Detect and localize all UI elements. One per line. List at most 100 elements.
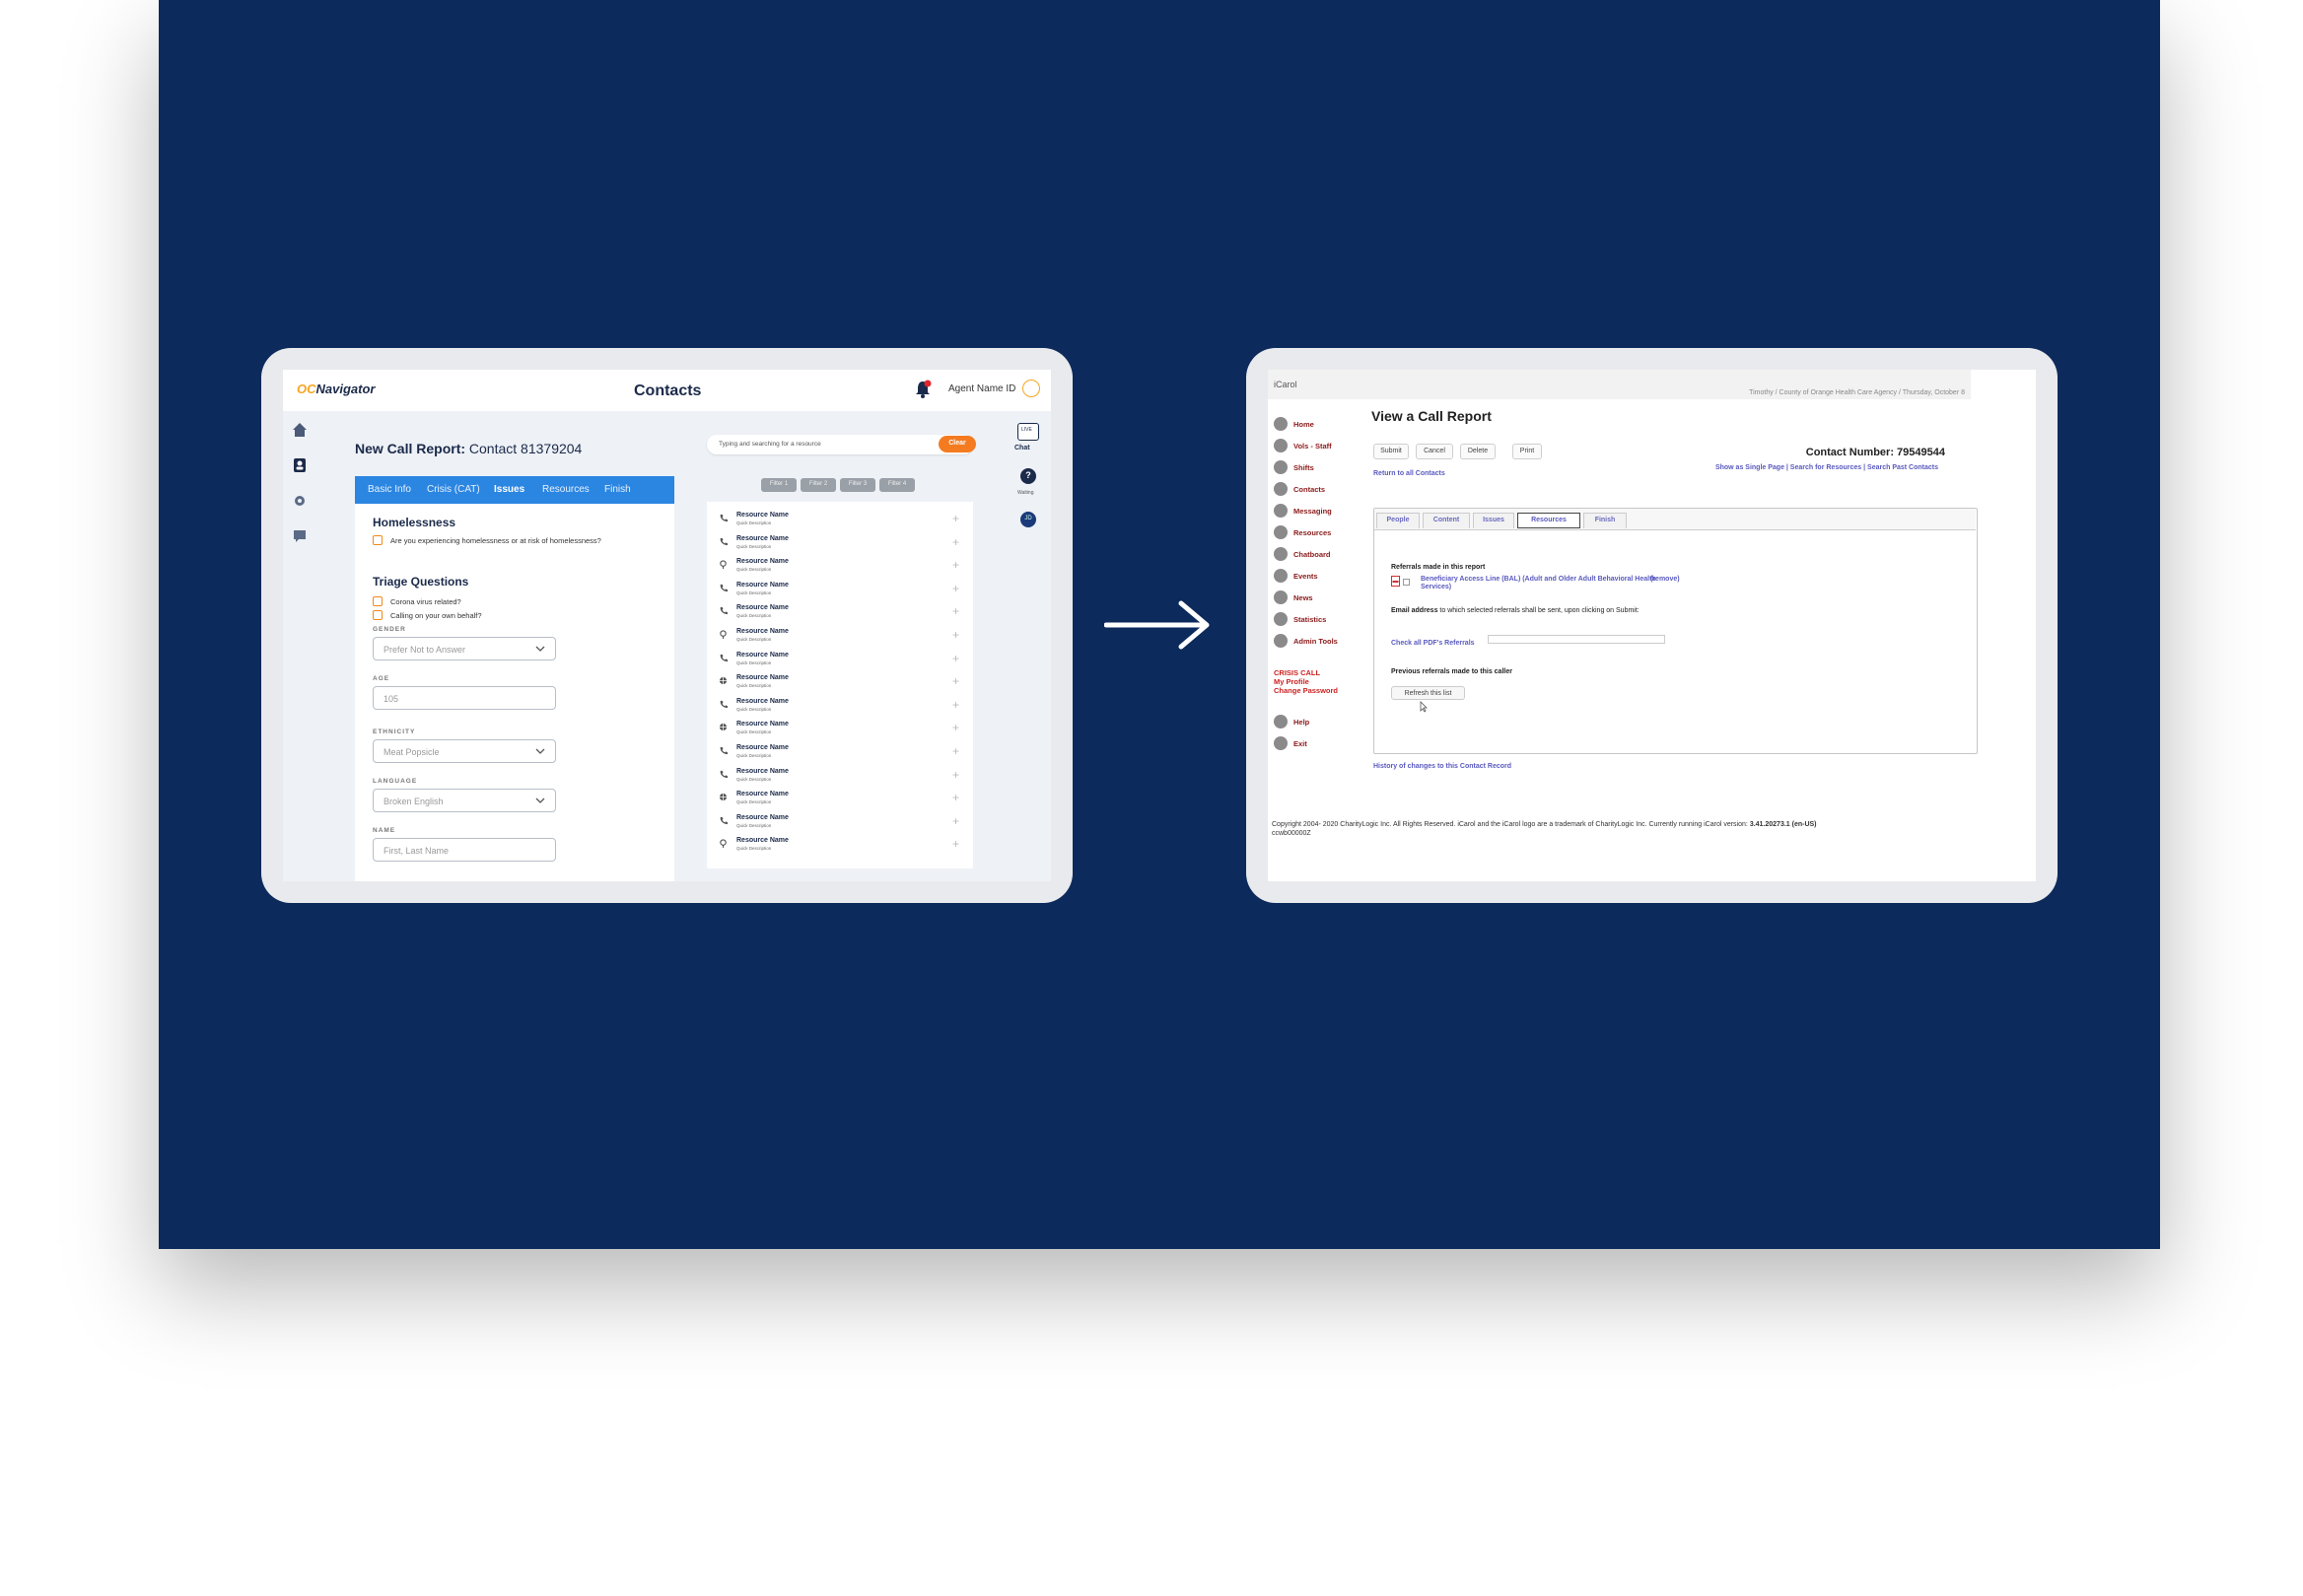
resource-row[interactable]: Resource Name Quick Description + (707, 835, 973, 859)
bell-icon[interactable] (914, 380, 932, 399)
oc-navigator-logo[interactable]: OCNavigator (297, 382, 375, 396)
resource-row[interactable]: Resource Name Quick Description + (707, 742, 973, 766)
delete-button[interactable]: Delete (1460, 444, 1496, 459)
gender-select[interactable]: Prefer Not to Answer (373, 637, 556, 660)
resource-row[interactable]: Resource Name Quick Description + (707, 812, 973, 836)
tab-resources[interactable]: Resources (1517, 513, 1580, 528)
icarol-logo[interactable]: iCarol (1274, 380, 1297, 389)
resource-row[interactable]: Resource Name Quick Description + (707, 766, 973, 790)
nav-item-contacts[interactable]: Contacts (1274, 482, 1372, 496)
nav-item-resources[interactable]: Resources (1274, 525, 1372, 539)
add-resource-icon[interactable]: + (952, 744, 959, 758)
nav-link-crisis-call[interactable]: CRISIS CALL (1274, 668, 1320, 677)
print-button[interactable]: Print (1512, 444, 1542, 459)
corona-checkbox[interactable] (373, 596, 383, 606)
submit-button[interactable]: Submit (1373, 444, 1409, 459)
add-resource-icon[interactable]: + (952, 582, 959, 595)
age-input[interactable]: 105 (373, 686, 556, 710)
nav-item-chatboard[interactable]: Chatboard (1274, 547, 1372, 561)
check-pdf-link[interactable]: Check all PDF's Referrals (1391, 640, 1475, 647)
email-input[interactable] (1488, 635, 1665, 644)
add-resource-icon[interactable]: + (952, 628, 959, 642)
return-to-contacts-link[interactable]: Return to all Contacts (1373, 470, 1445, 477)
nav-item-exit[interactable]: Exit (1274, 736, 1372, 750)
chat-icon[interactable]: LIVE (1017, 423, 1039, 441)
tab-resources[interactable]: Resources (542, 484, 590, 495)
tab-issues[interactable]: Issues (494, 484, 524, 495)
nav-item-shifts[interactable]: Shifts (1274, 460, 1372, 474)
nav-item-news[interactable]: News (1274, 590, 1372, 604)
homelessness-checkbox[interactable] (373, 535, 383, 545)
add-resource-icon[interactable]: + (952, 698, 959, 712)
nav-item-help[interactable]: Help (1274, 715, 1372, 729)
sidebar (283, 411, 318, 881)
add-resource-icon[interactable]: + (952, 721, 959, 734)
nav-link-change-password[interactable]: Change Password (1274, 686, 1338, 695)
home-icon[interactable] (291, 421, 309, 439)
add-resource-icon[interactable]: + (952, 604, 959, 618)
nav-link-my-profile[interactable]: My Profile (1274, 677, 1309, 686)
filter-button-3[interactable]: Filter 3 (840, 478, 875, 492)
cancel-button[interactable]: Cancel (1416, 444, 1453, 459)
filter-button-4[interactable]: Filter 4 (879, 478, 915, 492)
nav-item-home[interactable]: Home (1274, 417, 1372, 431)
resource-row[interactable]: Resource Name Quick Description + (707, 580, 973, 603)
report-tabs: People Content Issues Resources Finish (1374, 509, 1976, 530)
tab-issues[interactable]: Issues (1473, 513, 1514, 528)
nav-item-admin-tools[interactable]: Admin Tools (1274, 634, 1372, 648)
resource-row[interactable]: Resource Name Quick Description + (707, 602, 973, 626)
tab-finish[interactable]: Finish (1583, 513, 1627, 528)
referral-checkbox[interactable] (1403, 579, 1410, 586)
resource-row[interactable]: Resource Name Quick Description + (707, 556, 973, 580)
remove-link[interactable]: (remove) (1650, 576, 1680, 583)
nav-icon (1274, 634, 1288, 648)
history-link[interactable]: History of changes to this Contact Recor… (1373, 763, 1511, 770)
resource-description: Quick Description (736, 683, 772, 689)
add-resource-icon[interactable]: + (952, 674, 959, 688)
nav-item-messaging[interactable]: Messaging (1274, 504, 1372, 518)
add-resource-icon[interactable]: + (952, 837, 959, 851)
resource-row[interactable]: Resource Name Quick Description + (707, 789, 973, 812)
message-icon[interactable] (291, 527, 309, 545)
refresh-button[interactable]: Refresh this list (1391, 686, 1465, 700)
page-options-links[interactable]: Show as Single Page | Search for Resourc… (1692, 463, 1938, 472)
tab-finish[interactable]: Finish (604, 484, 631, 495)
help-icon[interactable]: ? (1020, 468, 1036, 484)
tab-basic-info[interactable]: Basic Info (368, 484, 411, 495)
add-resource-icon[interactable]: + (952, 652, 959, 665)
agent-avatar-icon[interactable] (1022, 380, 1040, 397)
name-input[interactable]: First, Last Name (373, 838, 556, 862)
tab-crisis[interactable]: Crisis (CAT) (427, 484, 480, 495)
clear-button[interactable]: Clear (939, 436, 976, 452)
resource-row[interactable]: Resource Name Quick Description + (707, 650, 973, 673)
resource-row[interactable]: Resource Name Quick Description + (707, 626, 973, 650)
resource-search-input[interactable]: Typing and searching for a resource (707, 435, 973, 454)
add-resource-icon[interactable]: + (952, 535, 959, 549)
add-resource-icon[interactable]: + (952, 814, 959, 828)
resource-row[interactable]: Resource Name Quick Description + (707, 510, 973, 533)
add-resource-icon[interactable]: + (952, 768, 959, 782)
referral-link[interactable]: Beneficiary Access Line (BAL) (Adult and… (1421, 576, 1667, 591)
version-text: 3.41.20273.1 (en-US) (1749, 821, 1817, 828)
nav-item-vols-staff[interactable]: Vols - Staff (1274, 439, 1372, 452)
settings-icon[interactable] (291, 492, 309, 510)
resource-row[interactable]: Resource Name Quick Description + (707, 533, 973, 557)
filter-button-1[interactable]: Filter 1 (761, 478, 797, 492)
filter-button-2[interactable]: Filter 2 (801, 478, 836, 492)
nav-item-events[interactable]: Events (1274, 569, 1372, 583)
add-resource-icon[interactable]: + (952, 558, 959, 572)
ethnicity-select[interactable]: Meat Popsicle (373, 739, 556, 763)
tab-people[interactable]: People (1376, 513, 1420, 528)
add-resource-icon[interactable]: + (952, 791, 959, 804)
add-resource-icon[interactable]: + (952, 512, 959, 525)
resource-row[interactable]: Resource Name Quick Description + (707, 672, 973, 696)
pdf-icon[interactable] (1391, 576, 1401, 587)
tab-content[interactable]: Content (1423, 513, 1470, 528)
resource-row[interactable]: Resource Name Quick Description + (707, 696, 973, 720)
contacts-icon[interactable] (291, 456, 309, 474)
nav-item-statistics[interactable]: Statistics (1274, 612, 1372, 626)
resource-row[interactable]: Resource Name Quick Description + (707, 719, 973, 742)
own-behalf-checkbox[interactable] (373, 610, 383, 620)
status-avatar[interactable]: JD (1020, 512, 1036, 527)
language-select[interactable]: Broken English (373, 789, 556, 812)
